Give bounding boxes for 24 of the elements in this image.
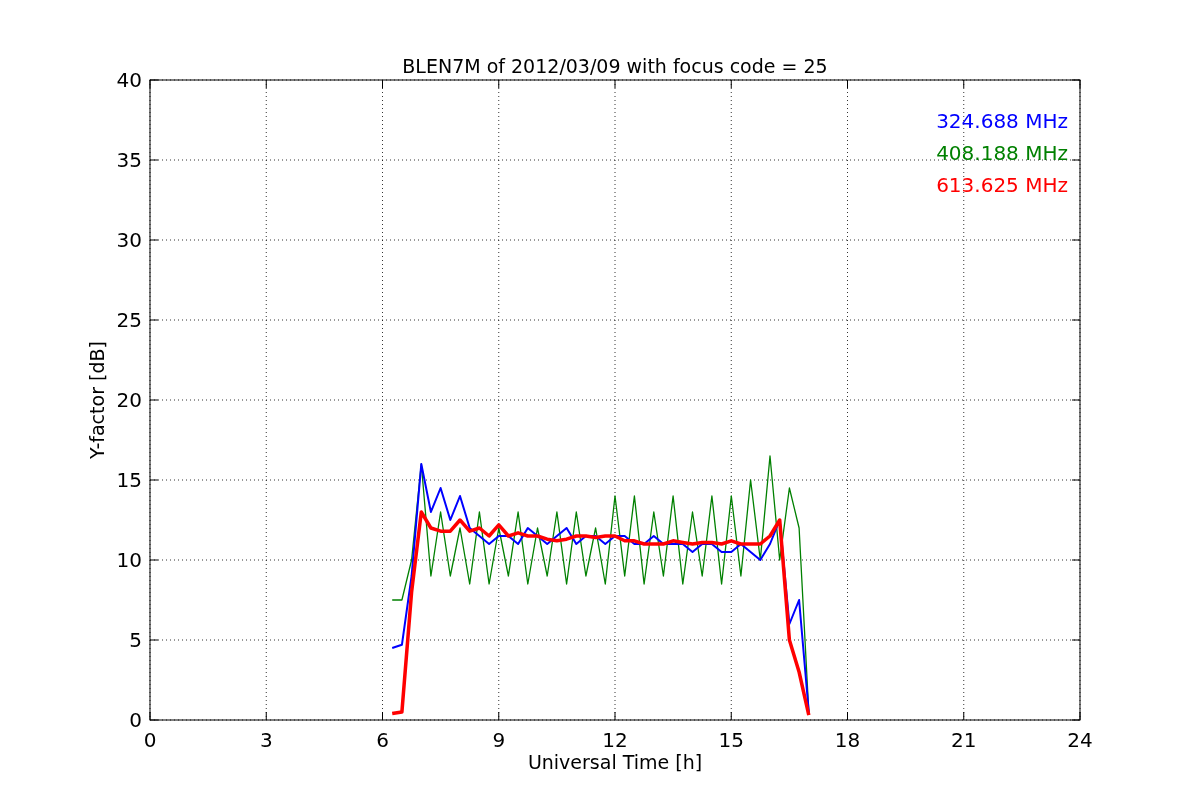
chart-title: BLEN7M of 2012/03/09 with focus code = 25 bbox=[402, 55, 828, 77]
y-tick-label: 30 bbox=[116, 228, 142, 252]
x-tick-label: 9 bbox=[492, 728, 506, 752]
y-tick-label: 5 bbox=[129, 628, 142, 652]
y-tick-label: 20 bbox=[116, 388, 142, 412]
x-tick-label: 21 bbox=[951, 728, 977, 752]
y-tick-label: 35 bbox=[116, 148, 142, 172]
y-tick-label: 10 bbox=[116, 548, 142, 572]
y-tick-label: 40 bbox=[116, 68, 142, 92]
y-tick-label: 0 bbox=[129, 708, 142, 732]
y-tick-label: 15 bbox=[116, 468, 142, 492]
x-axis-label: Universal Time [h] bbox=[527, 751, 703, 773]
x-tick-label: 12 bbox=[602, 728, 628, 752]
x-tick-label: 6 bbox=[376, 728, 389, 752]
legend-label: 408.188 MHz bbox=[936, 141, 1068, 165]
x-tick-label: 15 bbox=[718, 728, 744, 752]
x-tick-label: 18 bbox=[834, 728, 861, 752]
x-tick-label: 24 bbox=[1067, 728, 1093, 752]
x-tick-label: 3 bbox=[259, 728, 273, 752]
y-axis-label: Y-factor [dB] bbox=[86, 341, 108, 459]
legend-label: 324.688 MHz bbox=[936, 109, 1068, 133]
x-tick-label: 0 bbox=[143, 728, 157, 752]
legend-label: 613.625 MHz bbox=[936, 173, 1068, 197]
y-tick-label: 25 bbox=[116, 308, 142, 332]
